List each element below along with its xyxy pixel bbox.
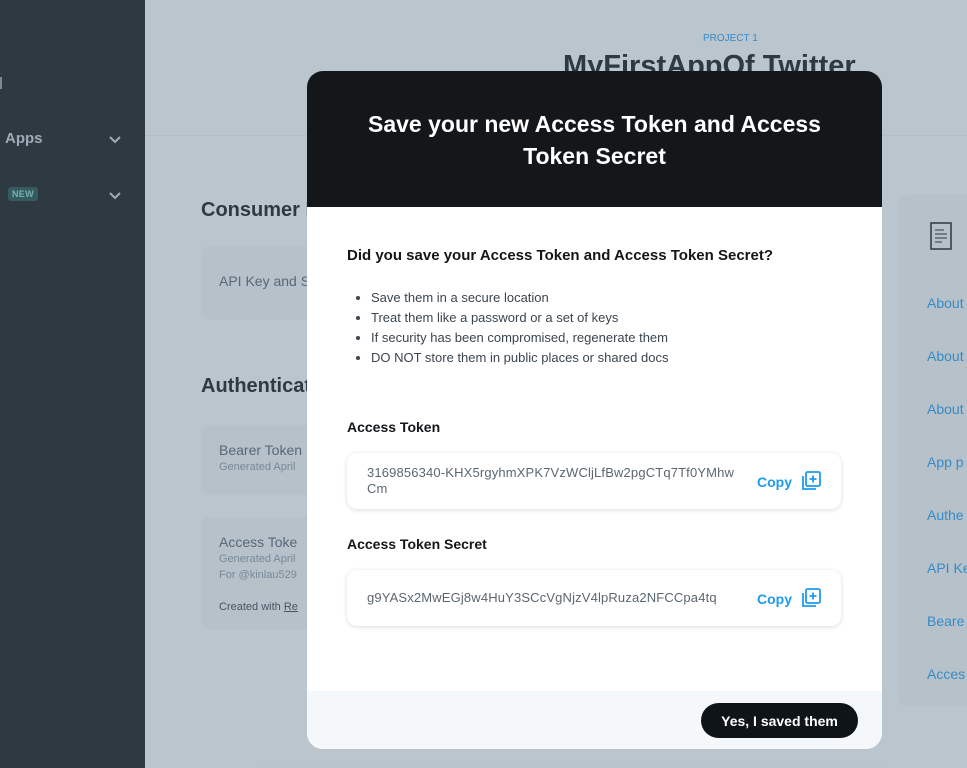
- dialog-header: Save your new Access Token and Access To…: [307, 71, 882, 207]
- copy-icon: [802, 471, 821, 490]
- copy-access-token-button[interactable]: Copy: [757, 470, 827, 494]
- list-item: DO NOT store them in public places or sh…: [371, 348, 668, 368]
- copy-access-token-secret-button[interactable]: Copy: [757, 587, 827, 611]
- security-tips-list: Save them in a secure location Treat the…: [353, 288, 668, 368]
- list-item: If security has been compromised, regene…: [371, 328, 668, 348]
- access-token-secret-field: g9YASx2MwEGj8w4HuY3SCcVgNjzV4lpRuza2NFCC…: [347, 570, 841, 626]
- copy-label: Copy: [757, 474, 792, 490]
- dialog-footer: Yes, I saved them: [307, 691, 882, 749]
- access-token-label: Access Token: [347, 419, 441, 435]
- list-item: Save them in a secure location: [371, 288, 668, 308]
- access-token-field: 3169856340-KHX5rgyhmXPK7VzWCljLfBw2pgCTq…: [347, 453, 841, 509]
- dialog-title: Save your new Access Token and Access To…: [368, 111, 821, 169]
- copy-label: Copy: [757, 591, 792, 607]
- list-item: Treat them like a password or a set of k…: [371, 308, 668, 328]
- access-token-value[interactable]: 3169856340-KHX5rgyhmXPK7VzWCljLfBw2pgCTq…: [367, 465, 739, 497]
- copy-icon: [802, 588, 821, 607]
- confirm-saved-button[interactable]: Yes, I saved them: [701, 703, 858, 738]
- access-token-secret-value[interactable]: g9YASx2MwEGj8w4HuY3SCcVgNjzV4lpRuza2NFCC…: [367, 590, 739, 606]
- save-tokens-dialog: Save your new Access Token and Access To…: [307, 71, 882, 749]
- access-token-secret-label: Access Token Secret: [347, 536, 487, 552]
- dialog-question: Did you save your Access Token and Acces…: [347, 247, 773, 264]
